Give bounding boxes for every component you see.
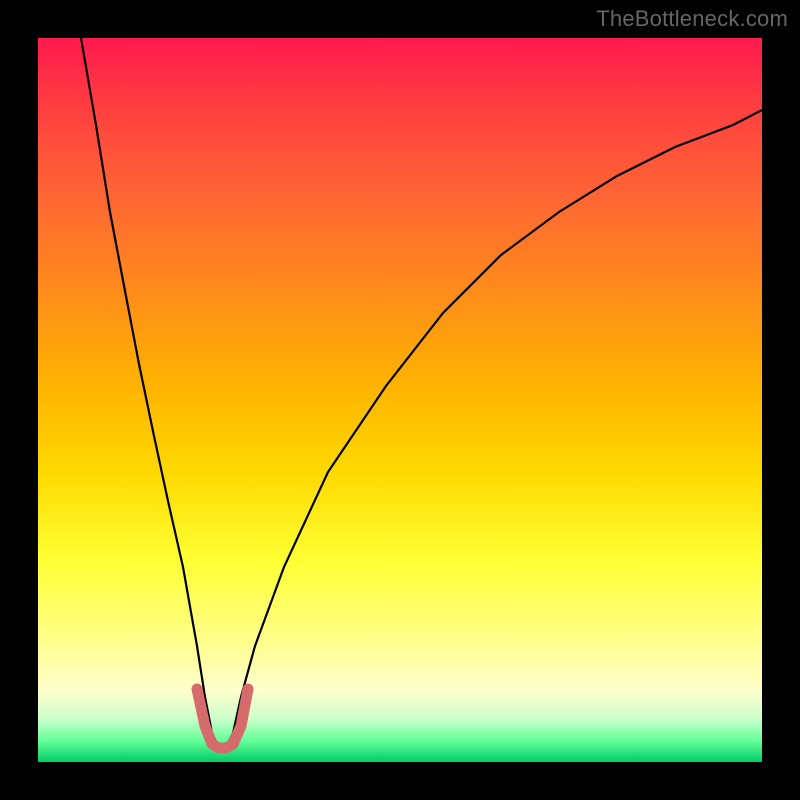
watermark-text: TheBottleneck.com xyxy=(596,6,788,32)
chart-frame: TheBottleneck.com xyxy=(0,0,800,800)
curve-layer xyxy=(38,38,762,762)
plot-area xyxy=(38,38,762,762)
bottleneck-curve xyxy=(81,38,762,748)
